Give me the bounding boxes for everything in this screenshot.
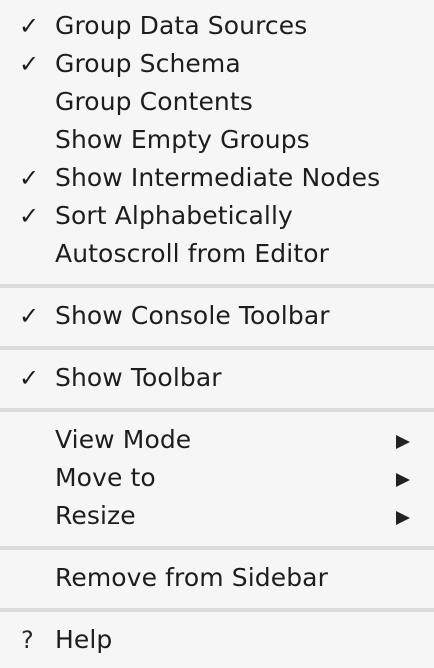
menu-item-sort-alphabetically[interactable]: ✓ Sort Alphabetically — [0, 197, 434, 235]
menu-item-label: Autoscroll from Editor — [55, 239, 329, 268]
menu-item-label: Show Intermediate Nodes — [55, 163, 381, 192]
menu-item-label: Move to — [55, 463, 156, 492]
menu-item-label: Group Contents — [55, 87, 253, 116]
checkmark-icon: ✓ — [19, 302, 40, 330]
help-icon: ? — [21, 626, 34, 654]
menu-item-label: Group Schema — [55, 49, 241, 78]
menu-item-show-intermediate-nodes[interactable]: ✓ Show Intermediate Nodes — [0, 159, 434, 197]
menu-item-view-mode[interactable]: View Mode — [0, 421, 434, 459]
menu-item-label: Group Data Sources — [55, 11, 308, 40]
menu-item-label: View Mode — [55, 425, 192, 454]
checkmark-icon: ✓ — [19, 364, 40, 392]
menu-item-autoscroll-from-editor[interactable]: Autoscroll from Editor — [0, 235, 434, 273]
menu-separator — [0, 284, 434, 288]
menu-item-label: Remove from Sidebar — [55, 563, 328, 592]
checkmark-icon: ✓ — [19, 164, 40, 192]
menu-item-label: Show Console Toolbar — [55, 301, 330, 330]
menu-separator — [0, 546, 434, 550]
menu-item-show-toolbar[interactable]: ✓ Show Toolbar — [0, 359, 434, 397]
menu-separator — [0, 608, 434, 612]
menu-item-label: Show Toolbar — [55, 363, 222, 392]
checkmark-icon: ✓ — [19, 202, 40, 230]
menu-item-remove-from-sidebar[interactable]: Remove from Sidebar — [0, 559, 434, 597]
menu-separator — [0, 346, 434, 350]
menu-item-label: Help — [55, 625, 113, 654]
menu-item-move-to[interactable]: Move to — [0, 459, 434, 497]
submenu-arrow-icon — [396, 473, 410, 487]
context-menu: ✓ Group Data Sources ✓ Group Schema Grou… — [0, 0, 434, 668]
menu-item-resize[interactable]: Resize — [0, 497, 434, 535]
menu-item-show-console-toolbar[interactable]: ✓ Show Console Toolbar — [0, 297, 434, 335]
checkmark-icon: ✓ — [19, 50, 40, 78]
menu-item-help[interactable]: ? Help — [0, 621, 434, 659]
menu-item-label: Resize — [55, 501, 136, 530]
checkmark-icon: ✓ — [19, 12, 40, 40]
menu-item-group-data-sources[interactable]: ✓ Group Data Sources — [0, 7, 434, 45]
menu-item-label: Show Empty Groups — [55, 125, 310, 154]
submenu-arrow-icon — [396, 511, 410, 525]
menu-item-label: Sort Alphabetically — [55, 201, 293, 230]
submenu-arrow-icon — [396, 435, 410, 449]
menu-item-show-empty-groups[interactable]: Show Empty Groups — [0, 121, 434, 159]
menu-item-group-contents[interactable]: Group Contents — [0, 83, 434, 121]
menu-item-group-schema[interactable]: ✓ Group Schema — [0, 45, 434, 83]
menu-separator — [0, 408, 434, 412]
